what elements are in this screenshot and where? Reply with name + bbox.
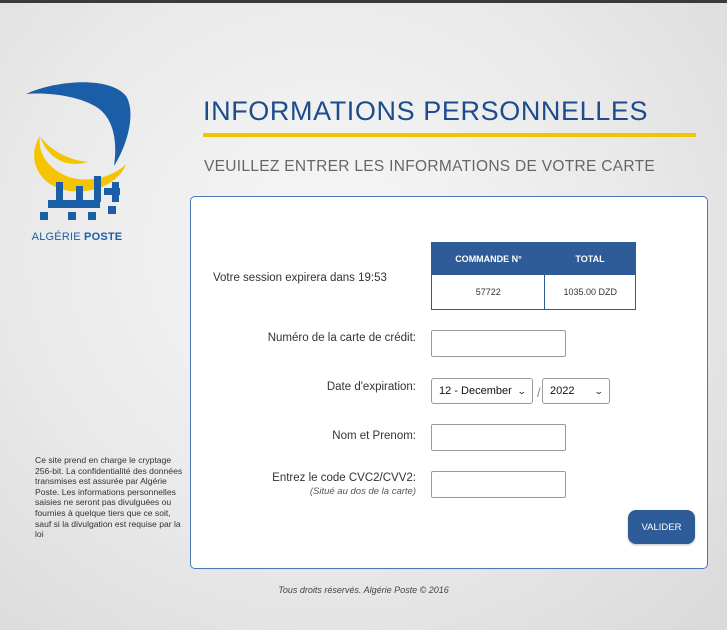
order-number-value: 57722 xyxy=(432,275,546,309)
title-underline xyxy=(203,133,696,137)
algerie-poste-logo xyxy=(26,82,131,220)
name-input[interactable] xyxy=(431,424,566,451)
cvc-note: (Situé au dos de la carte) xyxy=(309,486,416,497)
security-notice: Ce site prend en charge le cryptage 256-… xyxy=(35,455,183,540)
cvc-label-text: Entrez le code CVC2/CVV2: xyxy=(272,472,416,484)
cvc-label: Entrez le code CVC2/CVV2: (Situé au dos … xyxy=(272,472,416,497)
chevron-down-icon: ⌄ xyxy=(594,385,605,396)
top-bar xyxy=(0,0,727,3)
validate-button[interactable]: VALIDER xyxy=(628,510,695,544)
footer-copyright: Tous droits réservés. Algérie Poste © 20… xyxy=(278,585,449,595)
expiry-separator: / xyxy=(537,385,541,400)
expiry-year-value: 2022 xyxy=(550,385,575,397)
order-number-header: COMMANDE N° xyxy=(455,254,522,264)
chevron-down-icon: ⌄ xyxy=(517,385,528,396)
order-table-header: COMMANDE N° TOTAL xyxy=(432,243,635,275)
brand-name: ALGÉRIE POSTE xyxy=(31,231,123,243)
total-header: TOTAL xyxy=(575,254,605,264)
session-timer: Votre session expirera dans 19:53 xyxy=(213,272,387,284)
expiry-month-value: 12 - December xyxy=(439,385,512,397)
card-number-input[interactable] xyxy=(431,330,566,357)
name-label: Nom et Prenom: xyxy=(332,430,416,442)
order-table-row: 57722 1035.00 DZD xyxy=(432,275,635,309)
expiry-year-select[interactable]: 2022 ⌄ xyxy=(542,378,610,404)
total-value: 1035.00 DZD xyxy=(563,287,617,297)
page-title: INFORMATIONS PERSONNELLES xyxy=(203,96,649,126)
expiry-label: Date d'expiration: xyxy=(326,381,416,393)
cvc-input[interactable] xyxy=(431,471,566,498)
order-summary-table: COMMANDE N° TOTAL 57722 1035.00 DZD xyxy=(431,242,636,310)
expiry-month-select[interactable]: 12 - December ⌄ xyxy=(431,378,533,404)
card-number-label: Numéro de la carte de crédit: xyxy=(267,332,416,344)
page-subtitle: VEUILLEZ ENTRER LES INFORMATIONS DE VOTR… xyxy=(204,158,656,175)
